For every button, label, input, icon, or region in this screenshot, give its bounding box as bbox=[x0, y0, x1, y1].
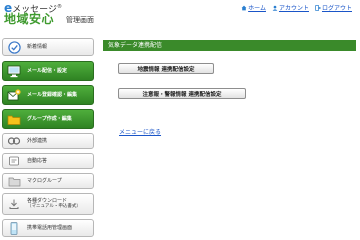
sidebar-item-group-edit[interactable]: グループ作成・編集 bbox=[2, 109, 94, 129]
sidebar-item-macro-group[interactable]: マクログループ bbox=[2, 173, 94, 189]
sidebar-item-auto-reply[interactable]: 自動応答 bbox=[2, 153, 94, 169]
sidebar-item-external[interactable]: 外部連携 bbox=[2, 133, 94, 149]
link-icon bbox=[7, 134, 21, 148]
mobile-icon bbox=[7, 221, 21, 235]
section-header: 気象データ連携配信 bbox=[103, 40, 356, 51]
sidebar-item-label: 新着情報 bbox=[27, 44, 48, 50]
sidebar-item-sublabel: （マニュアル・申込書式） bbox=[27, 204, 81, 209]
sidebar-item-downloads[interactable]: 各種ダウンロード （マニュアル・申込書式） bbox=[2, 193, 94, 215]
header: eメッセージ® 地域安心 管理画面 ホーム アカウント ログアウト bbox=[0, 0, 360, 27]
home-link-label: ホーム bbox=[248, 5, 266, 12]
sidebar-item-mail-register[interactable]: メール登録確認・編集 bbox=[2, 85, 94, 105]
sidebar-item-label: 外部連携 bbox=[27, 138, 48, 144]
macro-group-icon bbox=[7, 174, 21, 188]
top-links: ホーム アカウント ログアウト bbox=[241, 3, 352, 12]
mail-add-icon bbox=[7, 88, 21, 102]
sidebar-item-label: マクログループ bbox=[27, 178, 62, 184]
warning-settings-button[interactable]: 注意報・警報情報 連携配信設定 bbox=[118, 88, 246, 99]
folder-icon bbox=[7, 112, 21, 126]
sidebar-item-label: 自動応答 bbox=[27, 158, 48, 164]
sidebar-item-label: メール配信・設定 bbox=[27, 68, 68, 74]
sidebar-item-label: 携帯電話用管理画面 bbox=[27, 225, 73, 231]
sidebar-item-news[interactable]: 新着情報 bbox=[2, 38, 94, 56]
account-link-label: アカウント bbox=[278, 5, 309, 12]
sidebar-item-label: グループ作成・編集 bbox=[27, 116, 72, 122]
sidebar-item-download-labels: 各種ダウンロード （マニュアル・申込書式） bbox=[21, 198, 81, 210]
monitor-icon bbox=[7, 64, 21, 78]
earthquake-settings-button[interactable]: 地震情報 連携配信設定 bbox=[118, 63, 214, 74]
brand-subtitle: 管理画面 bbox=[66, 16, 94, 24]
home-icon bbox=[241, 5, 247, 10]
sidebar-item-mobile[interactable]: 携帯電話用管理画面 bbox=[2, 219, 94, 237]
brand-reg: ® bbox=[56, 4, 62, 10]
sidebar-item-label: メール登録確認・編集 bbox=[27, 92, 78, 98]
home-link[interactable]: ホーム bbox=[241, 3, 266, 12]
download-icon bbox=[7, 197, 21, 211]
logout-icon bbox=[315, 4, 321, 11]
auto-reply-icon bbox=[7, 154, 21, 168]
logout-link-label: ログアウト bbox=[321, 5, 352, 12]
logout-link[interactable]: ログアウト bbox=[315, 3, 352, 12]
sidebar-item-mail-send[interactable]: メール配信・設定 bbox=[2, 61, 94, 81]
section-title: 気象データ連携配信 bbox=[108, 42, 163, 49]
brand-logo: 地域安心 bbox=[4, 12, 55, 26]
account-icon bbox=[272, 5, 278, 11]
account-link[interactable]: アカウント bbox=[272, 3, 309, 12]
back-to-menu-link[interactable]: メニューに戻る bbox=[119, 127, 161, 136]
check-circle-icon bbox=[7, 40, 21, 54]
